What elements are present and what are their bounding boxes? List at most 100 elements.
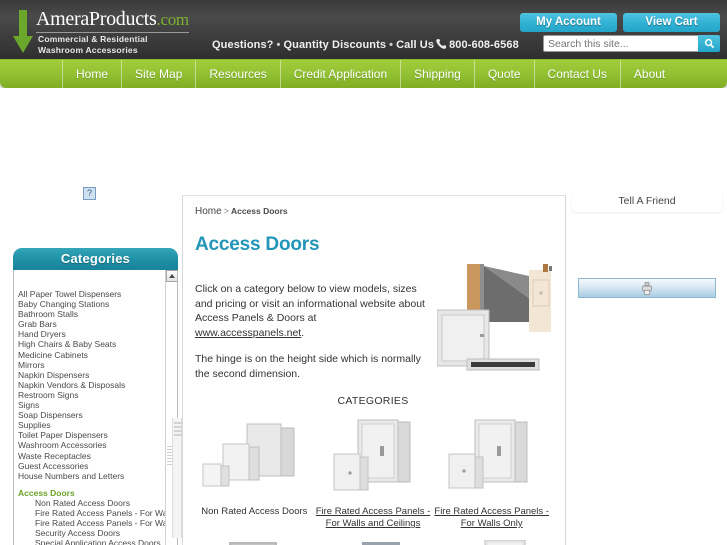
breadcrumb-home[interactable]: Home — [195, 206, 222, 217]
intro-paragraph-2: The hinge is on the height side which is… — [195, 353, 421, 380]
product-caption[interactable]: Fire Rated Access Panels - For Walls and… — [314, 506, 433, 530]
sidebar-item[interactable]: Napkin Dispensers — [18, 370, 166, 380]
non-rated-access-doors-image — [202, 423, 295, 487]
main-navigation: Home Site Map Resources Credit Applicati… — [0, 60, 727, 88]
search-icon — [704, 38, 714, 49]
product-thumbnail — [432, 413, 551, 501]
sidebar-item[interactable]: All Paper Towel Dispensers — [18, 289, 166, 299]
accesspanels-link[interactable]: www.accesspanels.net — [195, 327, 301, 339]
sidebar-item[interactable]: House Numbers and Letters — [18, 471, 166, 481]
grip-dots-icon — [174, 422, 182, 438]
product-cell-security-access-doors[interactable] — [195, 540, 314, 545]
sidebar-item[interactable]: High Chairs & Baby Seats — [18, 339, 166, 349]
product-thumbnail — [314, 540, 433, 545]
tagline-questions: Questions? — [212, 39, 274, 51]
product-caption[interactable]: Fire Rated Access Panels - For Walls Onl… — [432, 506, 551, 530]
print-button[interactable] — [578, 278, 716, 298]
categories-heading: CATEGORIES — [337, 395, 409, 407]
nav-item-about[interactable]: About — [621, 60, 678, 88]
nav-item-resources[interactable]: Resources — [196, 60, 281, 88]
sidebar-item[interactable]: Security Access Doors — [18, 528, 166, 538]
sidebar-item[interactable]: Napkin Vendors & Disposals — [18, 380, 166, 390]
search-input[interactable] — [543, 35, 698, 52]
security-access-doors-image — [229, 542, 278, 545]
logo-tagline-line1: Commercial & Residential — [38, 34, 148, 44]
product-cell-exterior-lightweight[interactable] — [432, 540, 551, 545]
print-icon — [642, 281, 652, 295]
scroll-up-button[interactable] — [166, 270, 177, 282]
bullet-separator-2: • — [389, 39, 394, 51]
sidebar-item[interactable]: Soap Dispensers — [18, 410, 166, 420]
categories-sidebar: Categories All Paper Towel Dispensers Bab… — [13, 248, 178, 545]
sidebar-item[interactable]: Restroom Signs — [18, 390, 166, 400]
sidebar-item[interactable]: Guest Accessories — [18, 461, 166, 471]
main-content: Home > Access Doors Access Doors Click o… — [182, 195, 566, 545]
broken-image-icon: ? — [83, 187, 96, 200]
intro-section: Click on a category below to view models… — [195, 264, 553, 381]
nav-item-site-map[interactable]: Site Map — [122, 60, 197, 88]
view-cart-button[interactable]: View Cart — [623, 13, 720, 32]
logo-wordmark: AmeraProducts.com — [36, 8, 189, 33]
site-header: AmeraProducts.com Commercial & Residenti… — [0, 0, 727, 60]
search-button[interactable] — [698, 35, 720, 52]
my-account-button[interactable]: My Account — [520, 13, 617, 32]
site-logo[interactable]: AmeraProducts.com Commercial & Residenti… — [8, 8, 208, 56]
header-tagline: Questions? • Quantity Discounts • Call Us 800… — [212, 38, 519, 51]
product-cell-fire-rated-walls-only[interactable]: Fire Rated Access Panels - For Walls Onl… — [432, 413, 551, 530]
sidebar-item[interactable]: Mirrors — [18, 360, 166, 370]
green-arrow-icon — [13, 10, 33, 53]
content-resize-grip[interactable] — [172, 418, 182, 538]
sidebar-item[interactable]: Fire Rated Access Panels - For Walls and… — [18, 508, 177, 518]
sidebar-item[interactable]: Signs — [18, 400, 166, 410]
breadcrumb-separator: > — [223, 206, 229, 216]
nav-item-quote[interactable]: Quote — [475, 60, 535, 88]
sidebar-item[interactable]: Hand Dryers — [18, 329, 166, 339]
sidebar-item[interactable]: Non Rated Access Doors — [18, 498, 166, 508]
logo-tagline: Commercial & Residential Washroom Access… — [38, 34, 148, 56]
site-search — [543, 35, 720, 52]
product-thumbnail — [195, 540, 314, 545]
page-body: ? Categories All Paper Towel Dispensers B… — [0, 88, 727, 545]
tell-a-friend-button[interactable]: Tell A Friend — [572, 191, 722, 212]
phone-icon — [436, 39, 447, 49]
fire-rated-walls-ceilings-image — [333, 419, 411, 491]
sidebar-item[interactable]: Special Application Access Doors — [18, 538, 166, 545]
logo-tagline-line2: Washroom Accessories — [38, 45, 138, 55]
sidebar-item[interactable]: Bathroom Stalls — [18, 309, 166, 319]
intro-paragraph-1: Click on a category below to view models… — [195, 282, 425, 340]
page-title: Access Doors — [195, 234, 320, 255]
product-cell-fire-rated-walls-ceilings[interactable]: Fire Rated Access Panels - For Walls and… — [314, 413, 433, 530]
nav-item-home[interactable]: Home — [62, 60, 123, 88]
logo-name: AmeraProducts — [36, 8, 157, 30]
nav-item-shipping[interactable]: Shipping — [401, 60, 475, 88]
categories-list: All Paper Towel Dispensers Baby Changing … — [14, 286, 177, 545]
phone-number[interactable]: 800-608-6568 — [449, 39, 519, 51]
special-application-doors-image — [362, 542, 400, 545]
categories-listbox[interactable]: All Paper Towel Dispensers Baby Changing … — [13, 270, 178, 545]
sidebar-item[interactable]: Washroom Accessories — [18, 440, 166, 450]
intro-text-before: Click on a category below to view models… — [195, 283, 425, 324]
bullet-separator-1: • — [276, 39, 281, 51]
logo-tld: .com — [156, 10, 190, 29]
print-box — [572, 273, 722, 303]
sidebar-item[interactable]: Baby Changing Stations — [18, 299, 166, 309]
product-caption[interactable]: Non Rated Access Doors — [195, 506, 314, 518]
nav-item-credit-application[interactable]: Credit Application — [281, 60, 402, 88]
sidebar-item[interactable]: Grab Bars — [18, 319, 166, 329]
sidebar-item[interactable]: Supplies — [18, 420, 166, 430]
sidebar-item[interactable]: Fire Rated Access Panels - For Walls Onl… — [18, 518, 177, 528]
sidebar-item[interactable]: Waste Receptacles — [18, 451, 166, 461]
product-cell-special-application[interactable] — [314, 540, 433, 545]
sidebar-item[interactable]: Medicine Cabinets — [18, 350, 166, 360]
breadcrumb-current: Access Doors — [230, 206, 288, 216]
tagline-quantity-discounts: Quantity Discounts — [283, 39, 387, 51]
fire-rated-walls-only-image — [448, 419, 528, 489]
exterior-lightweight-doors-image — [484, 540, 526, 545]
sidebar-item[interactable]: Access Doors — [18, 488, 166, 498]
sidebar-item[interactable]: Toilet Paper Dispensers — [18, 430, 166, 440]
product-thumbnail — [432, 540, 551, 545]
categories-title: Categories — [13, 248, 178, 270]
intro-text-after: . — [301, 326, 305, 339]
nav-item-contact-us[interactable]: Contact Us — [535, 60, 621, 88]
product-cell-non-rated[interactable]: Non Rated Access Doors — [195, 413, 314, 530]
